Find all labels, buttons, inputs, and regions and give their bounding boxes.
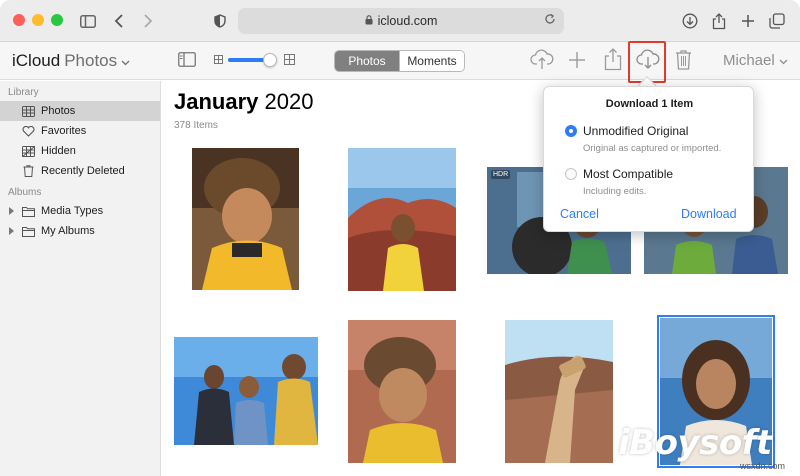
close-window-button[interactable]	[13, 14, 25, 26]
photo-thumbnail[interactable]	[505, 320, 613, 463]
page-title: January 2020	[174, 89, 313, 115]
year-label: 2020	[264, 89, 314, 114]
app-title-photos: Photos	[64, 51, 118, 70]
tab-moments[interactable]: Moments	[399, 51, 464, 71]
back-icon[interactable]	[107, 9, 131, 33]
sidebar-item-label: Media Types	[41, 205, 104, 217]
sidebar-item-label: My Albums	[41, 225, 95, 237]
tab-overview-icon[interactable]	[765, 9, 789, 33]
tab-photos[interactable]: Photos	[335, 51, 399, 71]
lock-icon	[365, 14, 373, 28]
new-tab-icon[interactable]	[736, 9, 760, 33]
minimize-window-button[interactable]	[32, 14, 44, 26]
photo-thumbnail[interactable]	[192, 148, 299, 290]
sidebar-item-media-types[interactable]: Media Types	[0, 201, 160, 221]
sidebar-item-label: Favorites	[41, 125, 87, 137]
item-count: 378 Items	[174, 120, 218, 131]
small-grid-icon	[214, 55, 223, 64]
photos-icon	[20, 104, 36, 118]
hdr-badge: HDR	[491, 170, 511, 179]
photo-thumbnail[interactable]	[174, 337, 318, 445]
chevron-down-icon	[121, 51, 130, 71]
sidebar-item-label: Photos	[41, 105, 76, 117]
option-most-compatible-label[interactable]: Most Compatible	[583, 167, 673, 181]
zoom-window-button[interactable]	[51, 14, 63, 26]
folder-icon	[20, 224, 36, 238]
trash-icon[interactable]	[675, 49, 692, 70]
app-title-icloud: iCloud	[12, 51, 61, 70]
radio-most-compatible[interactable]	[565, 168, 577, 180]
zoom-slider-knob[interactable]	[263, 53, 278, 67]
month-label: January	[174, 89, 259, 114]
folder-icon	[20, 204, 36, 218]
sidebar-item-photos[interactable]: Photos	[0, 101, 160, 121]
download-button[interactable]: Download	[681, 207, 737, 221]
view-segmented-control: Photos Moments	[334, 50, 465, 72]
address-bar[interactable]: icloud.com	[238, 8, 564, 34]
user-name: Michael	[723, 52, 775, 69]
reload-icon[interactable]	[544, 13, 556, 28]
photos-toolbar: iCloud Photos Photos Moments Michael	[0, 42, 800, 80]
disclosure-triangle-icon[interactable]	[9, 207, 14, 215]
photo-thumbnail[interactable]	[348, 320, 456, 463]
watermark-site: wsxdn.com	[740, 461, 786, 471]
hidden-icon	[20, 144, 36, 158]
add-icon[interactable]	[568, 51, 586, 69]
photo-thumbnail[interactable]	[348, 148, 456, 291]
share-icon[interactable]	[707, 9, 731, 33]
share-photo-icon[interactable]	[604, 48, 622, 71]
popover-title: Download 1 Item	[605, 98, 694, 110]
url-text: icloud.com	[377, 14, 438, 28]
sidebar-panel-icon[interactable]	[178, 52, 196, 67]
sidebar-item-label: Hidden	[41, 145, 76, 157]
sidebar: Library Photos Favorites Hidden Recently…	[0, 81, 161, 476]
downloads-icon[interactable]	[678, 9, 702, 33]
watermark-logo: iBoysoft	[618, 423, 772, 463]
browser-toolbar: icloud.com	[0, 0, 800, 42]
large-grid-icon	[284, 54, 295, 65]
sidebar-toggle-icon[interactable]	[76, 9, 100, 33]
sidebar-item-my-albums[interactable]: My Albums	[0, 221, 160, 241]
sidebar-item-label: Recently Deleted	[41, 165, 125, 177]
chevron-down-icon	[779, 52, 788, 69]
library-header: Library	[8, 87, 39, 98]
zoom-slider[interactable]	[228, 53, 278, 67]
albums-header: Albums	[8, 187, 42, 198]
option-most-compatible-desc: Including edits.	[583, 186, 647, 197]
sidebar-item-recently-deleted[interactable]: Recently Deleted	[0, 161, 160, 181]
forward-icon[interactable]	[136, 9, 160, 33]
cancel-button[interactable]: Cancel	[560, 207, 599, 221]
download-popover: Download 1 Item Unmodified Original Orig…	[543, 86, 754, 232]
sidebar-item-favorites[interactable]: Favorites	[0, 121, 160, 141]
sidebar-item-hidden[interactable]: Hidden	[0, 141, 160, 161]
user-menu[interactable]: Michael	[723, 52, 788, 69]
radio-unmodified-original[interactable]	[565, 125, 577, 137]
upload-icon[interactable]	[530, 48, 554, 70]
option-unmodified-original-desc: Original as captured or imported.	[583, 143, 722, 154]
option-unmodified-original-label[interactable]: Unmodified Original	[583, 124, 688, 138]
disclosure-triangle-icon[interactable]	[9, 227, 14, 235]
trash-icon	[20, 164, 36, 178]
app-title-menu[interactable]: iCloud Photos	[12, 51, 130, 71]
heart-icon	[20, 124, 36, 138]
privacy-shield-icon[interactable]	[208, 9, 232, 33]
